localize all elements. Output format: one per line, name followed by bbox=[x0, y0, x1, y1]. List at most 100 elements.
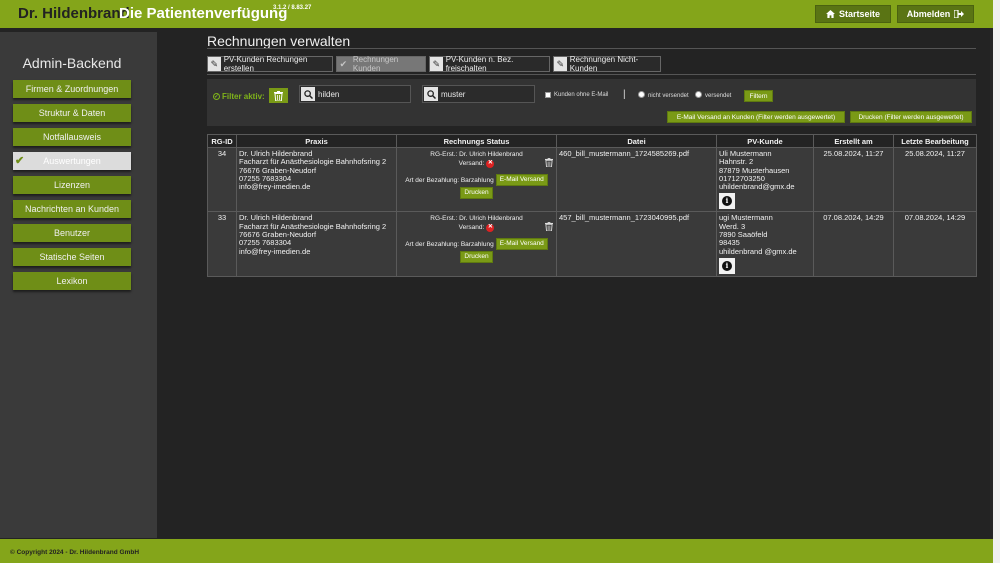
print-button[interactable]: Drucken bbox=[460, 251, 493, 264]
praxis-cell: Dr. Ulrich Hildenbrand Facharzt für Anäs… bbox=[236, 146, 397, 213]
sidebar-item-notfallausweis[interactable]: Notfallausweis bbox=[13, 128, 131, 146]
customer-cell: Uli Mustermann Hahnstr. 2 87879 Musterha… bbox=[716, 146, 814, 213]
startseite-label: Startseite bbox=[838, 9, 881, 19]
tab-rechnungen-kunden[interactable]: ✔ Rechnungen Kunden bbox=[336, 55, 426, 73]
search-input-praxis[interactable]: hilden bbox=[299, 85, 411, 103]
search-value: muster bbox=[441, 89, 466, 99]
customer-info-button[interactable]: i bbox=[719, 257, 735, 274]
sent-status: Versand: ✕ bbox=[459, 223, 495, 232]
search-icon bbox=[301, 87, 315, 101]
column-header[interactable]: Rechnungs Status bbox=[396, 134, 557, 148]
copyright: © Copyright 2024 - Dr. Hildenbrand GmbH bbox=[10, 549, 140, 556]
filter-panel: ✓ Filter aktiv: hilden muster Kunden ohn… bbox=[207, 79, 976, 126]
sidebar-item-label: Nachrichten an Kunden bbox=[24, 204, 120, 214]
column-header[interactable]: PV-Kunde bbox=[716, 134, 814, 148]
customer-cell: ugi Mustermann Werd. 3 7890 Saaöfeld 984… bbox=[716, 211, 814, 277]
customer-line: uhildenbrand@gmx.de bbox=[719, 182, 795, 192]
info-icon: i bbox=[722, 260, 732, 271]
table-row: 34 Dr. Ulrich Hildenbrand Facharzt für A… bbox=[207, 146, 977, 213]
search-icon bbox=[424, 87, 438, 101]
search-value: hilden bbox=[318, 89, 340, 99]
sidebar-title: Admin-Backend bbox=[22, 55, 122, 71]
customer-info-button[interactable]: i bbox=[719, 193, 735, 210]
edited-date: 07.08.2024, 14:29 bbox=[893, 211, 977, 277]
invoice-creator: RG-Erst.: Dr. Ulrich Hildenbrand bbox=[430, 151, 523, 158]
sidebar-item-label: Statische Seiten bbox=[39, 252, 105, 262]
column-header[interactable]: Praxis bbox=[236, 134, 397, 148]
brand-name[interactable]: Dr. Hildenbrand bbox=[18, 5, 130, 22]
trash-icon[interactable] bbox=[545, 222, 553, 232]
no-email-option: Kunden ohne E-Mail bbox=[545, 92, 608, 98]
status-cell: RG-Erst.: Dr. Ulrich Hildenbrand Versand… bbox=[396, 211, 557, 277]
sidebar-item-lizenzen[interactable]: Lizenzen bbox=[13, 176, 131, 194]
table-header-row: RG-ID Praxis Rechnungs Status Datei PV-K… bbox=[207, 134, 977, 148]
trash-icon[interactable] bbox=[545, 158, 553, 167]
invoice-table: RG-ID Praxis Rechnungs Status Datei PV-K… bbox=[207, 134, 977, 277]
tab-rechnungen-erstellen[interactable]: ✎ PV-Kunden Rechungen erstellen bbox=[207, 55, 333, 73]
email-all-button[interactable]: E-Mail Versand an Kunden (Filter werden … bbox=[667, 111, 845, 123]
file-link[interactable]: 457_bill_mustermann_1723040995.pdf bbox=[556, 211, 717, 277]
print-all-button[interactable]: Drucken (Filter werden ausgewertet) bbox=[850, 111, 972, 123]
status-box: RG-Erst.: Dr. Ulrich Hildenbrand Versand… bbox=[399, 150, 554, 199]
sidebar-item-label: Notfallausweis bbox=[42, 132, 102, 142]
search-input-kunde[interactable]: muster bbox=[422, 85, 535, 103]
clear-filter-button[interactable] bbox=[269, 88, 288, 103]
checkmark-icon: ✔ bbox=[15, 155, 25, 167]
column-header[interactable]: Letzte Bearbeitung bbox=[893, 134, 977, 148]
praxis-line: info@frey-imedien.de bbox=[239, 246, 311, 256]
sidebar-item-statische-seiten[interactable]: Statische Seiten bbox=[13, 248, 131, 266]
column-header[interactable]: RG-ID bbox=[207, 134, 237, 148]
sidebar-item-auswertungen[interactable]: ✔ Auswertungen bbox=[13, 152, 131, 170]
print-button[interactable]: Drucken bbox=[460, 187, 493, 199]
tab-label: Rechnungen Nicht-Kunden bbox=[569, 55, 639, 73]
info-icon: i bbox=[722, 196, 732, 207]
column-header[interactable]: Datei bbox=[556, 134, 717, 148]
startseite-button[interactable]: Startseite bbox=[815, 5, 891, 23]
email-send-button[interactable]: E-Mail Versand bbox=[495, 238, 548, 251]
file-link[interactable]: 460_bill_mustermann_1724585269.pdf bbox=[556, 146, 717, 213]
filter-button[interactable]: Filtern bbox=[744, 90, 773, 102]
sidebar-item-label: Lizenzen bbox=[53, 180, 91, 190]
page-title: Rechnungen verwalten bbox=[207, 33, 351, 49]
sent-label: versendet bbox=[705, 93, 732, 99]
not-sent-radio[interactable] bbox=[638, 91, 645, 98]
created-date: 07.08.2024, 14:29 bbox=[813, 211, 894, 277]
footer: © Copyright 2024 - Dr. Hildenbrand GmbH bbox=[0, 539, 1000, 563]
sent-status-label: Versand: bbox=[458, 160, 485, 167]
sidebar-item-benutzer[interactable]: Benutzer bbox=[13, 224, 131, 242]
sent-status: Versand: ✕ bbox=[459, 159, 495, 168]
invoice-id: 34 bbox=[207, 146, 237, 213]
title-divider bbox=[207, 48, 976, 49]
customer-line: uhildenbrand @gmx.de bbox=[719, 246, 797, 256]
separator: | bbox=[623, 89, 626, 100]
sidebar-item-nachrichten[interactable]: Nachrichten an Kunden bbox=[13, 200, 131, 218]
invoice-creator: RG-Erst.: Dr. Ulrich Hildenbrand bbox=[430, 215, 523, 223]
sidebar-item-label: Benutzer bbox=[53, 228, 91, 238]
sidebar-item-firmen[interactable]: Firmen & Zuordnungen bbox=[13, 80, 131, 98]
check-circle-icon: ✓ bbox=[213, 93, 220, 100]
sent-radio[interactable] bbox=[695, 91, 702, 98]
column-header[interactable]: Erstellt am bbox=[813, 134, 894, 148]
app-name[interactable]: Die Patientenverfügung bbox=[119, 5, 287, 22]
payment-method: Art der Bezahlung: Barzahlung bbox=[405, 240, 494, 248]
filter-label-text: Filter aktiv: bbox=[222, 92, 265, 101]
tab-rechnungen-nicht-kunden[interactable]: ✎ Rechnungen Nicht-Kunden bbox=[553, 55, 661, 73]
table-row: 33 Dr. Ulrich Hildenbrand Facharzt für A… bbox=[207, 211, 977, 277]
payment-method: Art der Bezahlung: Barzahlung bbox=[405, 176, 494, 184]
no-email-label: Kunden ohne E-Mail bbox=[554, 92, 609, 98]
sidebar-item-label: Struktur & Daten bbox=[38, 108, 106, 118]
sent-option: versendet bbox=[695, 90, 731, 99]
sidebar-item-label: Firmen & Zuordnungen bbox=[25, 84, 119, 94]
logout-button[interactable]: Abmelden bbox=[897, 5, 974, 23]
sidebar-item-struktur[interactable]: Struktur & Daten bbox=[13, 104, 131, 122]
invoice-id: 33 bbox=[207, 211, 237, 277]
payment-row: Art der Bezahlung: Barzahlung E-Mail Ver… bbox=[399, 174, 554, 186]
sidebar-item-label: Lexikon bbox=[56, 276, 88, 286]
praxis-cell: Dr. Ulrich Hildenbrand Facharzt für Anäs… bbox=[236, 211, 397, 277]
email-send-button[interactable]: E-Mail Versand bbox=[495, 174, 548, 186]
not-sent-label: nicht versendet bbox=[648, 93, 689, 99]
scrollbar[interactable] bbox=[993, 0, 1000, 563]
tab-kunden-freischalten[interactable]: ✎ PV-Kunden n. Bez. freischalten bbox=[429, 55, 550, 73]
no-email-checkbox[interactable] bbox=[545, 92, 551, 98]
sidebar-item-lexikon[interactable]: Lexikon bbox=[13, 272, 131, 290]
